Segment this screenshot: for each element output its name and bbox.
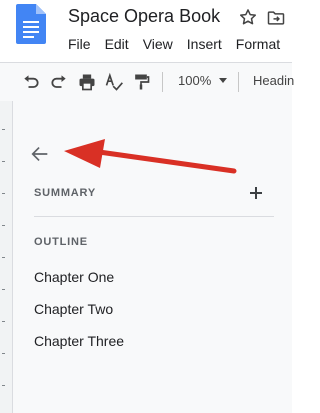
summary-heading: SUMMARY	[34, 187, 97, 199]
menu-format[interactable]: Format	[236, 36, 280, 52]
ruler-tick	[2, 193, 5, 194]
ruler-tick	[2, 289, 5, 290]
chevron-down-icon[interactable]	[219, 78, 227, 83]
outline-item[interactable]: Chapter Three	[34, 331, 124, 363]
outline-item[interactable]: Chapter Two	[34, 299, 124, 331]
ruler-tick	[2, 385, 5, 386]
add-icon[interactable]	[249, 186, 263, 200]
star-icon[interactable]	[238, 7, 258, 27]
ruler-tick	[2, 161, 5, 162]
docs-logo-icon[interactable]	[16, 4, 46, 44]
toolbar-separator	[162, 72, 163, 92]
menu-insert[interactable]: Insert	[187, 36, 222, 52]
ruler-tick	[2, 321, 5, 322]
redo-icon[interactable]	[49, 72, 69, 92]
divider	[34, 216, 274, 217]
ruler-tick	[2, 353, 5, 354]
document-title[interactable]: Space Opera Book	[68, 6, 220, 27]
ruler-tick	[2, 257, 5, 258]
outline-list: Chapter One Chapter Two Chapter Three	[34, 267, 124, 363]
back-arrow-icon[interactable]	[29, 143, 51, 165]
ruler-tick	[2, 225, 5, 226]
vertical-ruler	[0, 101, 13, 413]
zoom-select[interactable]: 100%	[178, 73, 211, 88]
paint-format-icon[interactable]	[131, 72, 151, 92]
menu-view[interactable]: View	[143, 36, 173, 52]
ruler-tick	[2, 129, 5, 130]
undo-icon[interactable]	[21, 72, 41, 92]
menu-file[interactable]: File	[68, 36, 91, 52]
spellcheck-icon[interactable]	[104, 72, 124, 92]
outline-heading: OUTLINE	[34, 236, 88, 248]
paragraph-style-select[interactable]: Headin	[253, 73, 294, 88]
document-outline-panel: SUMMARY OUTLINE Chapter One Chapter Two …	[13, 101, 292, 413]
print-icon[interactable]	[77, 72, 97, 92]
app-header: Space Opera Book File Edit View Insert F…	[0, 0, 292, 62]
toolbar-separator	[238, 72, 239, 92]
move-to-folder-icon[interactable]	[266, 8, 286, 28]
outline-item[interactable]: Chapter One	[34, 267, 124, 299]
menu-bar: File Edit View Insert Format	[68, 36, 294, 52]
menu-edit[interactable]: Edit	[105, 36, 129, 52]
toolbar: 100% Headin	[0, 62, 294, 102]
